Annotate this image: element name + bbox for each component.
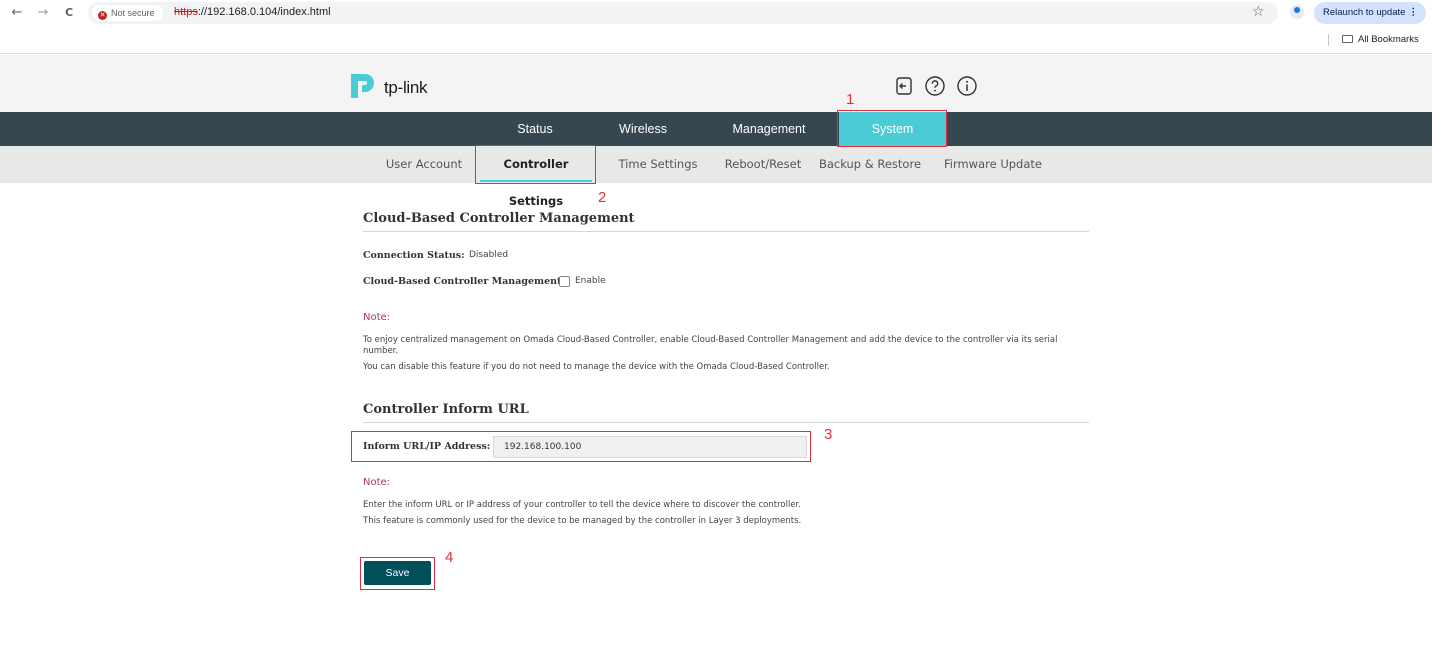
info-icon[interactable] xyxy=(956,75,978,97)
folder-icon xyxy=(1342,35,1353,43)
warning-icon: ✕ xyxy=(98,11,107,20)
url-scheme: https xyxy=(174,6,198,18)
profile-icon[interactable] xyxy=(1290,5,1304,19)
forward-arrow-icon[interactable]: → xyxy=(34,4,52,22)
annotation-number-4: 4 xyxy=(445,549,454,566)
annotation-box-3 xyxy=(351,431,811,462)
browser-toolbar: ← → C ✕ Not secure https://192.168.0.104/… xyxy=(0,0,1432,26)
back-arrow-icon[interactable]: ← xyxy=(8,4,26,22)
enable-cloud-checkbox[interactable] xyxy=(559,276,570,287)
tp-link-logo-icon xyxy=(351,74,374,98)
annotation-box-2 xyxy=(475,145,596,184)
all-bookmarks-label: All Bookmarks xyxy=(1358,34,1419,45)
logo-text: tp-link xyxy=(384,78,428,97)
address-bar[interactable]: ✕ Not secure https://192.168.0.104/index.… xyxy=(88,2,1278,24)
annotation-number-2: 2 xyxy=(598,189,607,206)
connection-status-value: Disabled xyxy=(469,250,509,260)
inform-note-label: Note: xyxy=(363,477,391,488)
all-bookmarks-button[interactable]: All Bookmarks xyxy=(1342,34,1419,45)
tab-wireless[interactable]: Wireless xyxy=(598,112,688,146)
url-rest: ://192.168.0.104/index.html xyxy=(197,6,331,18)
inform-note-line2: This feature is commonly used for the de… xyxy=(363,516,802,526)
url-text[interactable]: https://192.168.0.104/index.html xyxy=(174,6,331,18)
subtab-reboot-reset[interactable]: Reboot/Reset xyxy=(718,146,808,183)
reload-icon[interactable]: C xyxy=(60,4,78,22)
inform-note-line1: Enter the inform URL or IP address of yo… xyxy=(363,500,801,510)
inform-section-title: Controller Inform URL xyxy=(363,402,529,417)
router-header: tp-link xyxy=(0,55,1432,112)
bookmark-star-icon[interactable]: ☆ xyxy=(1252,4,1265,20)
cloud-note-label: Note: xyxy=(363,312,391,323)
main-nav: Status Wireless Management System xyxy=(0,112,1432,146)
browser-menu-icon[interactable]: ⋮ xyxy=(1409,2,1419,24)
sub-nav: User Account Controller Settings Time Se… xyxy=(0,146,1432,208)
cloud-section-title: Cloud-Based Controller Management xyxy=(363,211,635,226)
inform-section-divider xyxy=(363,422,1089,423)
annotation-number-3: 3 xyxy=(824,426,833,443)
relaunch-button[interactable]: Relaunch to update ⋮ xyxy=(1314,2,1426,24)
relaunch-label: Relaunch to update xyxy=(1323,7,1406,18)
tab-status[interactable]: Status xyxy=(490,112,580,146)
cloud-management-label: Cloud-Based Controller Management: xyxy=(363,276,565,287)
tab-management[interactable]: Management xyxy=(714,112,824,146)
bookmarks-bar: All Bookmarks xyxy=(0,26,1432,54)
cloud-note-line2: You can disable this feature if you do n… xyxy=(363,362,830,372)
logout-icon[interactable] xyxy=(893,75,915,97)
help-icon[interactable] xyxy=(924,75,946,97)
security-label: Not secure xyxy=(111,8,155,18)
subtab-backup-restore[interactable]: Backup & Restore xyxy=(816,146,924,183)
cloud-section-divider xyxy=(363,231,1089,232)
annotation-box-4 xyxy=(360,557,435,590)
enable-cloud-label[interactable]: Enable xyxy=(575,276,606,286)
annotation-box-1 xyxy=(837,110,947,147)
security-indicator[interactable]: ✕ Not secure xyxy=(92,5,163,21)
subtab-firmware-update[interactable]: Firmware Update xyxy=(938,146,1048,183)
connection-status-label: Connection Status: xyxy=(363,250,465,261)
bookmarks-divider xyxy=(1328,34,1329,46)
subtab-time-settings[interactable]: Time Settings xyxy=(612,146,704,183)
cloud-note-line1: To enjoy centralized management on Omada… xyxy=(363,335,1058,356)
subtab-user-account[interactable]: User Account xyxy=(380,146,468,183)
annotation-number-1: 1 xyxy=(846,91,855,108)
